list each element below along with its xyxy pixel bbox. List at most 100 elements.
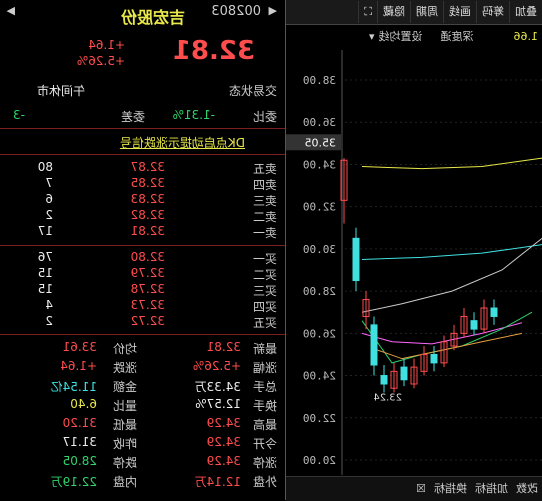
close-icon[interactable]: ☒ [412,477,430,501]
quote-panel: ◀ 002803 吉宏股份 ▶ 32.81 +1.64 +5.26% 交易状态 … [0,0,286,500]
toolbar-chips[interactable]: 筹码 [476,1,509,23]
level-label: 买五 [252,316,277,330]
promo-link[interactable]: DK点启动提示涨跌信号 [120,134,245,151]
last-price: 32.81 [172,36,255,66]
stat-value: 31.20 [62,416,97,430]
candle-body [400,366,408,381]
tab-modify[interactable]: 改数 [512,477,542,501]
buy-level-row[interactable]: 买三 32.78 15 [0,282,285,298]
stat-row: 今开 34.29 昨收 31.17 [0,435,285,451]
tab-add-indicator[interactable]: 加指标 [471,477,512,501]
candle-body [490,307,498,317]
stat-value: +1.64 [60,359,97,373]
price-change: +1.64 [88,38,125,52]
divider [0,245,285,246]
price-block: 32.81 +1.64 +5.26% [0,36,285,68]
divider [0,334,285,335]
level-label: 买三 [252,284,277,298]
kline-chart[interactable]: 叠加 筹码 画线 周期 隐藏 ⛶ 1.66 深度通 设置均线 ▾ 38.00 36… [286,0,542,501]
stat-value: 34.29 [206,435,241,449]
ma-line-1 [361,244,542,260]
trade-status-value: 午间休市 [36,84,85,98]
stat-value: 22.19万 [50,475,97,489]
diff-label: 委差 [120,110,145,124]
level-price: 32.87 [130,160,165,174]
prev-arrow-icon[interactable]: ◀ [269,4,277,17]
stat-label: 跌停 [112,456,137,470]
stat-label: 金额 [112,380,137,394]
axis-tick-label: 30.00 [303,243,336,256]
axis-tick-label: 32.00 [303,201,336,214]
dropdown-icon[interactable]: ▾ [369,30,375,43]
level-volume: 17 [37,224,53,238]
stat-label: 量比 [112,399,137,413]
level-volume: 80 [37,160,53,174]
stat-label: 涨跌 [112,361,137,375]
stat-value: 12.14万 [194,475,241,489]
stat-label: 涨幅 [252,361,277,375]
plot-area[interactable]: 38.00 36.00 34.00 32.00 30.00 28.00 26.00 24.00… [286,50,542,475]
stat-label: 昨收 [112,437,137,451]
sell-level-row[interactable]: 卖五 32.87 80 [0,160,285,176]
axis-tick-label: 28.00 [303,285,336,298]
toolbar-overlay[interactable]: 叠加 [509,1,542,23]
stat-value: 11.54亿 [50,380,97,394]
order-ratio-row: 委比 -1.31% 委差 -3 [0,108,285,124]
level-volume: 6 [45,192,53,206]
ma-settings-label[interactable]: 设置均线 [379,28,423,44]
buy-level-row[interactable]: 买一 32.80 76 [0,250,285,266]
stat-value: 34.29 [206,416,241,430]
level-price: 32.83 [130,192,165,206]
tab-switch-indicator[interactable]: 换指标 [430,477,471,501]
level-price: 32.78 [130,282,165,296]
level-volume: 7 [45,176,53,190]
level-volume: 4 [45,298,53,312]
sell-level-row[interactable]: 卖二 32.82 2 [0,208,285,224]
level-price: 32.82 [130,208,165,222]
level-price: 32.72 [130,314,165,328]
candle-body [352,237,360,282]
stat-label: 今开 [252,437,277,451]
depth-label[interactable]: 深度通 [441,28,474,44]
toolbar-draw[interactable]: 画线 [443,1,476,23]
stat-value: 31.17 [62,435,97,449]
level-price: 32.85 [130,176,165,190]
stat-label: 内盘 [112,475,137,489]
buy-level-row[interactable]: 买二 32.79 15 [0,266,285,282]
level-volume: 2 [45,208,53,222]
stat-label: 最低 [112,418,137,432]
level-label: 卖五 [252,162,277,176]
level-label: 卖二 [252,210,277,224]
sell-level-row[interactable]: 卖三 32.83 6 [0,192,285,208]
stat-value: 33.61 [62,340,97,354]
buy-level-row[interactable]: 买四 32.73 4 [0,298,285,314]
sell-level-row[interactable]: 卖一 32.81 17 [0,224,285,240]
stat-value: 12.57% [195,397,241,411]
stat-label: 最高 [252,418,277,432]
level-price: 32.81 [130,224,165,238]
stat-label: 最新 [252,342,277,356]
level-label: 买一 [252,252,277,266]
stat-row: 涨停 34.29 跌停 28.05 [0,454,285,470]
level-label: 卖三 [252,194,277,208]
toolbar-hide[interactable]: 隐藏 [377,1,410,23]
fullscreen-icon[interactable]: ⛶ [358,1,377,23]
level-label: 买四 [252,300,277,314]
stat-value: 32.81 [206,340,241,354]
buy-level-row[interactable]: 买五 32.72 2 [0,314,285,330]
stat-row: 最高 34.29 最低 31.20 [0,416,285,432]
price-marker-label: 35.05 [305,136,337,149]
level-volume: 2 [45,314,53,328]
toolbar-period[interactable]: 周期 [410,1,443,23]
stat-label: 均价 [112,342,137,356]
stock-code: 002803 [211,4,261,19]
axis-tick-label: 22.00 [303,412,336,425]
chart-toolbar: 叠加 筹码 画线 周期 隐藏 ⛶ [286,0,542,25]
next-arrow-icon[interactable]: ▶ [7,4,15,17]
stock-name: 吉宏股份 [120,8,185,27]
axis-tick-label: 24.00 [303,370,336,383]
promo-row[interactable]: DK点启动提示涨跌信号 [0,134,285,150]
stat-value: 28.05 [62,454,97,468]
sell-level-row[interactable]: 卖四 32.85 7 [0,176,285,192]
price-change-pct: +5.26% [76,54,125,68]
